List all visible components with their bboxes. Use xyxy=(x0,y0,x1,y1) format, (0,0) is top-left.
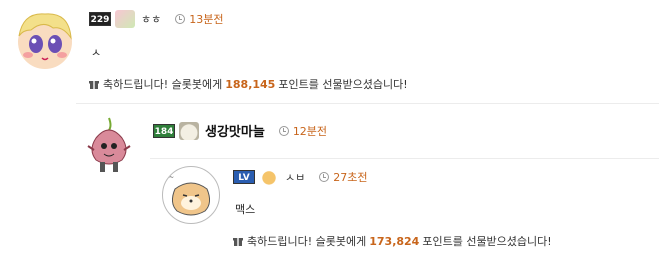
avatar-cat-cartoon[interactable]: ~ xyxy=(162,166,220,224)
mini-avatar-icon xyxy=(259,168,279,186)
clock-icon xyxy=(175,14,186,24)
nickname[interactable]: ㅅㅂ xyxy=(285,169,305,185)
comment-text: 맥스 xyxy=(235,203,256,216)
comment-1-header: 229 ㅎㅎ 13분전 xyxy=(89,10,224,28)
mini-avatar-icon xyxy=(179,121,199,140)
gift-points: 188,145 xyxy=(225,77,276,91)
gift-icon xyxy=(89,79,99,89)
mini-avatar-icon xyxy=(115,10,135,28)
comment-2-header: 184 생강맛마늘 12분전 xyxy=(153,121,327,140)
comment-1: 229 ㅎㅎ 13분전 ㅅ 축하드립니다! 슬롯봇에게 188,145 포인트를… xyxy=(0,0,659,100)
gift-prefix: 축하드립니다! 슬롯봇에게 xyxy=(103,78,223,91)
gift-points: 173,824 xyxy=(369,234,420,248)
clock-icon xyxy=(278,125,289,136)
gift-suffix: 포인트를 선물받으셨습니다! xyxy=(422,235,552,248)
comment-3-header: LV ㅅㅂ 27초전 xyxy=(233,168,368,186)
level-badge: 229 xyxy=(89,12,111,26)
comment-divider xyxy=(150,158,659,159)
comment-2: 184 생강맛마늘 12분전 xyxy=(0,104,659,172)
timestamp: 27초전 xyxy=(319,169,368,185)
nickname[interactable]: ㅎㅎ xyxy=(141,11,161,27)
level-badge: 184 xyxy=(153,123,175,138)
timestamp: 12분전 xyxy=(278,123,327,139)
gift-notice: 축하드립니다! 슬롯봇에게 173,824 포인트를 선물받으셨습니다! xyxy=(233,233,552,249)
gift-icon xyxy=(233,236,243,246)
timestamp: 13분전 xyxy=(175,11,224,27)
avatar-child-cartoon[interactable] xyxy=(13,8,77,72)
gift-notice: 축하드립니다! 슬롯봇에게 188,145 포인트를 선물받으셨습니다! xyxy=(89,76,408,92)
gift-suffix: 포인트를 선물받으셨습니다! xyxy=(278,78,408,91)
comment-3: ~ LV ㅅㅂ 27초전 맥스 축하드립니다! 슬롯봇에게 173,824 포인… xyxy=(0,160,659,265)
svg-text:~: ~ xyxy=(169,174,174,181)
gift-prefix: 축하드립니다! 슬롯봇에게 xyxy=(247,235,367,248)
level-badge: LV xyxy=(233,170,255,184)
nickname[interactable]: 생강맛마늘 xyxy=(205,121,265,140)
comment-text: ㅅ xyxy=(91,46,102,59)
clock-icon xyxy=(319,172,330,182)
